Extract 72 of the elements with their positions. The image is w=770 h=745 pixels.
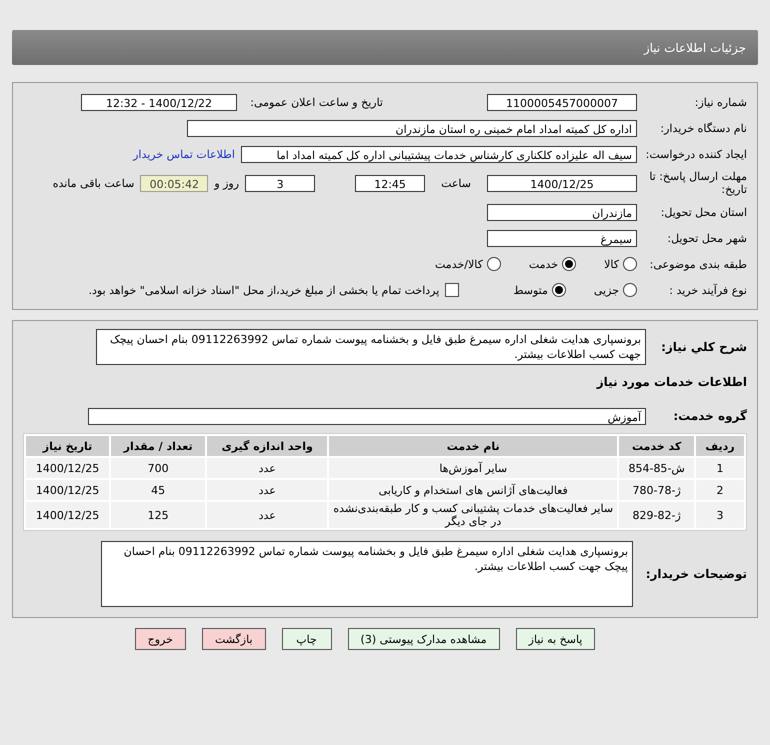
buyer-org-field: اداره کل کمیته امداد امام خمینی ره استان مازندران [187, 120, 637, 136]
option-label: خدمت [528, 258, 558, 270]
table-cell: 1400/12/25 [26, 458, 110, 478]
page-title: جزئیات اطلاعات نیاز [644, 40, 746, 54]
table-cell: 1400/12/25 [26, 480, 110, 500]
buyer-notes-box: برونسپاری هدایت شغلی اداره سیمرغ طبق فایل و بخشنامه پیوست شماره تماس 09112263992 بنام احسان پیچک جهت کسب اطلاعات بیشتر. [101, 541, 633, 607]
service-group-field: آموزش [88, 408, 646, 424]
remaining-time-field: 00:05:42 [140, 174, 208, 192]
table-cell: سایر آموزش‌ها [329, 458, 618, 478]
radio-button[interactable] [623, 257, 637, 271]
creator-field: سیف اله علیزاده کلکناری کارشناس خدمات پیشتیبانی اداره کل کمیته امداد اما [241, 146, 637, 162]
column-header: ردیف [696, 436, 744, 456]
buyer-contact-link[interactable]: اطلاعات تماس خریدار [133, 148, 235, 160]
table-cell: 1 [696, 458, 744, 478]
field-label: تاریخ و ساعت اعلان عمومی: [249, 96, 383, 108]
days-field: 3 [245, 174, 316, 192]
field-label: روز و [214, 176, 240, 190]
action-button[interactable]: چاپ [282, 628, 332, 650]
table-cell: ژ-82-829 [619, 502, 694, 528]
field-label: استان محل تحویل: [660, 206, 747, 218]
action-button[interactable]: پاسخ به نیاز [516, 628, 596, 650]
field-label: گروه خدمت: [672, 409, 747, 423]
field-label: شماره نیاز: [694, 96, 747, 108]
table-cell: 2 [696, 480, 744, 500]
option-label: کالا [604, 258, 619, 270]
table-cell: عدد [207, 480, 328, 500]
field-label: ایجاد کننده درخواست: [644, 148, 747, 160]
checkbox[interactable] [445, 283, 460, 297]
field-label: شرح کلي نياز: [660, 340, 747, 354]
option-label: کالا/خدمت [435, 258, 483, 270]
field-label: نام دستگاه خریدار: [659, 122, 747, 134]
option-label: جزیی [594, 284, 619, 296]
description-box: برونسپاری هدایت شغلی اداره سیمرغ طبق فایل و بخشنامه پیوست شماره تماس 09112263992 بنام احسان پیچک جهت کسب اطلاعات بیشتر. [96, 329, 646, 365]
table-cell: ژ-78-780 [619, 480, 694, 500]
column-header: نام خدمت [329, 436, 618, 456]
table-cell: 700 [111, 458, 206, 478]
table-cell: 45 [111, 480, 206, 500]
column-header: تعداد / مقدار [111, 436, 206, 456]
action-button[interactable]: بازگشت [202, 628, 266, 650]
radio-button[interactable] [486, 257, 501, 271]
radio-button[interactable] [623, 283, 637, 297]
field-label: مهلت ارسال پاسخ: تا تاریخ: [648, 170, 747, 196]
option-label: متوسط [513, 284, 548, 296]
column-header: واحد اندازه گیری [207, 436, 328, 456]
action-button[interactable]: مشاهده مدارک پیوستی (3) [348, 628, 500, 650]
announce-date-field: 1400/12/22 - 12:32 [81, 94, 237, 110]
table-cell: 1400/12/25 [26, 502, 110, 528]
table-cell: عدد [207, 502, 328, 528]
field-label: طبقه بندی موضوعی: [648, 258, 747, 270]
field-label: نوع فرآیند خرید : [668, 284, 747, 296]
table-cell: 125 [111, 502, 206, 528]
field-label: ساعت [441, 176, 471, 190]
section-heading: اطلاعات خدمات مورد نیاز [595, 375, 747, 389]
field-label: ساعت باقی مانده [52, 176, 134, 190]
table-cell: سایر فعالیت‌های خدمات پشتیبانی کسب و کار طبقه‌بندی‌نشده در جای دیگر [329, 502, 618, 528]
radio-button[interactable] [562, 257, 576, 271]
field-label: شهر محل تحویل: [666, 232, 747, 244]
deadline-time-field: 12:45 [355, 174, 426, 192]
payment-note: پرداخت تمام یا بخشی از مبلغ خرید،از محل "اسناد خزانه اسلامی" خواهد بود. [88, 284, 440, 296]
field-label: توضیحات خریدار: [644, 567, 747, 581]
radio-button[interactable] [552, 283, 566, 297]
column-header: کد خدمت [619, 436, 694, 456]
city-field: سیمرغ [487, 230, 637, 246]
table-cell: 3 [696, 502, 744, 528]
deadline-date-field: 1400/12/25 [487, 174, 637, 192]
need-number-field: 1100005457000007 [487, 94, 637, 110]
table-cell: ش-85-854 [619, 458, 694, 478]
province-field: مازندران [487, 204, 637, 220]
table-cell: فعالیت‌های آژانس های استخدام و کاریابی [329, 480, 618, 500]
table-cell: عدد [207, 458, 328, 478]
column-header: تاریخ نیاز [26, 436, 110, 456]
action-button[interactable]: خروج [134, 628, 186, 650]
